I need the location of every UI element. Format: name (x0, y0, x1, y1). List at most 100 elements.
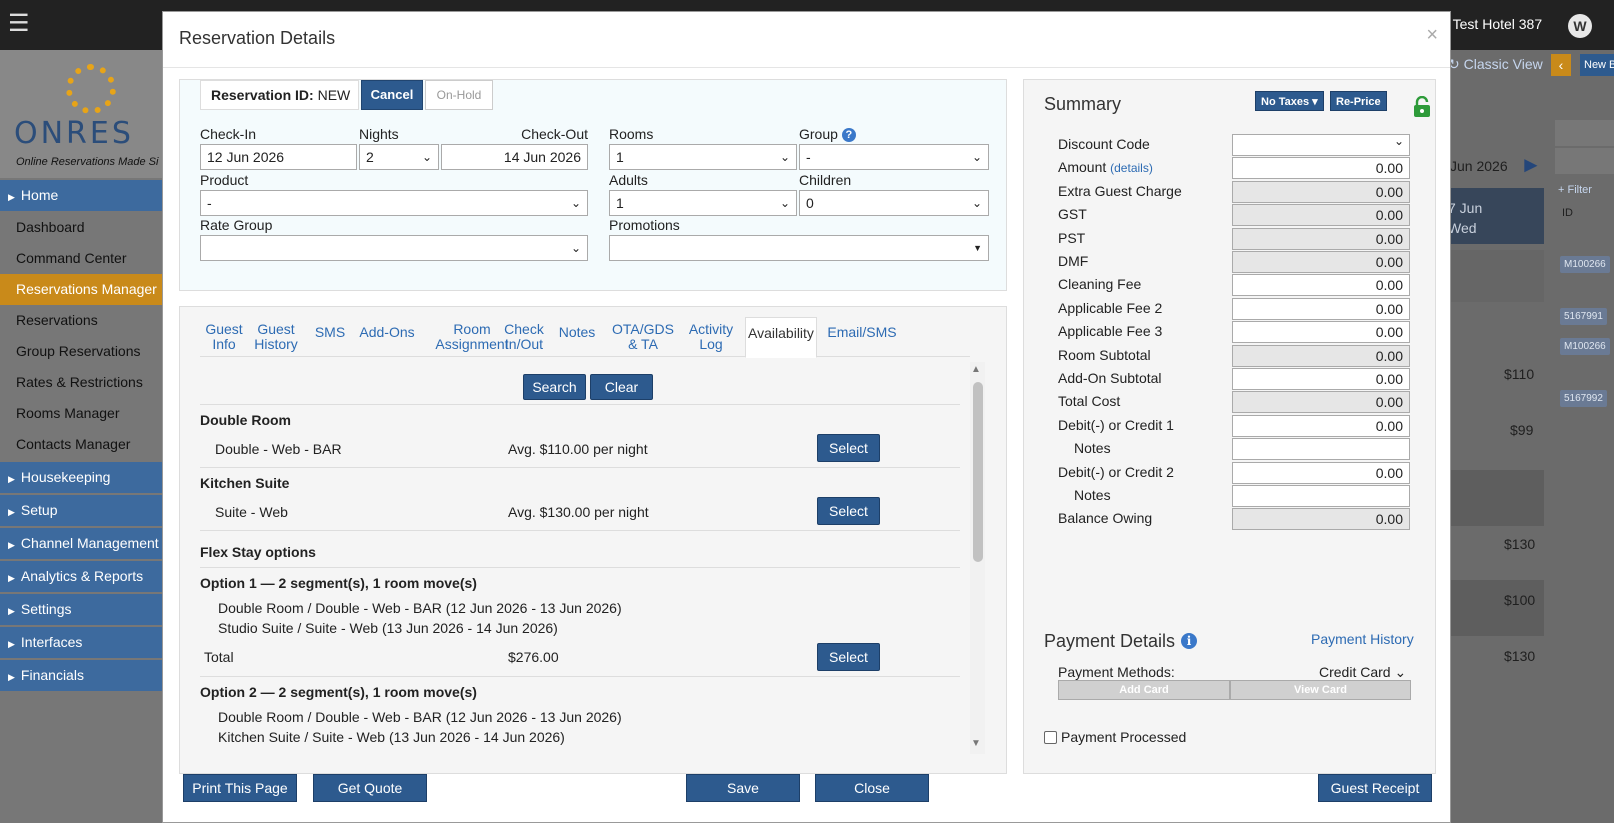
checkin-input[interactable]: 12 Jun 2026 (200, 144, 357, 170)
tab-label: Activity (688, 321, 734, 337)
sidebar: ONRES Online Reservations Made Si ▶ Home D… (0, 50, 170, 823)
checkin-label: Check-In (200, 126, 257, 142)
sidebar-item-command-center[interactable]: Command Center (0, 243, 170, 274)
tab-guest-info[interactable]: Guest Info (200, 317, 248, 357)
divider (200, 567, 960, 568)
summary-value-field[interactable]: 0.00 (1232, 274, 1410, 297)
tab-activity-log[interactable]: Activity Log (682, 317, 740, 357)
on-hold-button[interactable]: On-Hold (425, 80, 493, 110)
sidebar-item-housekeeping[interactable]: ▶ Housekeeping (0, 462, 170, 493)
scroll-down-icon[interactable]: ▼ (971, 738, 981, 749)
payment-processed-checkbox[interactable] (1044, 731, 1057, 744)
scroll-up-icon[interactable]: ▲ (971, 364, 981, 375)
print-button[interactable]: Print This Page (183, 774, 297, 802)
summary-value-field[interactable] (1232, 438, 1410, 461)
select-button[interactable]: Select (817, 434, 880, 462)
sidebar-item-financials[interactable]: ▶ Financials (0, 660, 170, 691)
sidebar-item-interfaces[interactable]: ▶ Interfaces (0, 627, 170, 658)
tab-label: Notes (558, 324, 596, 340)
summary-value-field[interactable]: 0.00 (1232, 321, 1410, 344)
group-select[interactable]: - ⌄ (799, 144, 989, 170)
amount-details-link[interactable]: (details) (1110, 161, 1153, 175)
adults-select[interactable]: 1 ⌄ (609, 190, 797, 216)
sidebar-item-reservations-manager[interactable]: Reservations Manager (0, 274, 170, 305)
summary-value-field[interactable]: 0.00 (1232, 414, 1410, 437)
cancel-button[interactable]: Cancel (361, 80, 423, 110)
tab-check-in-out[interactable]: Check In/Out (502, 317, 546, 357)
tab-ota-gds-ta[interactable]: OTA/GDS & TA (608, 317, 678, 357)
sidebar-item-rooms-manager[interactable]: Rooms Manager (0, 398, 170, 429)
help-icon[interactable]: ? (841, 128, 856, 142)
children-select[interactable]: 0 ⌄ (799, 190, 989, 216)
summary-value-field[interactable]: 0.00 (1232, 368, 1410, 390)
tab-add-ons[interactable]: Add-Ons (354, 317, 420, 357)
clear-button[interactable]: Clear (590, 374, 653, 400)
nights-select[interactable]: 2 ⌄ (359, 144, 439, 170)
room-type-title: Kitchen Suite (200, 475, 290, 491)
tab-email-sms[interactable]: Email/SMS (822, 317, 902, 357)
filter-link[interactable]: + Filter (1558, 184, 1592, 196)
collapse-icon[interactable]: ‹ (1551, 54, 1571, 76)
sidebar-item-dashboard[interactable]: Dashboard (0, 212, 170, 243)
avatar[interactable]: W (1568, 14, 1592, 38)
tab-guest-history[interactable]: Guest History (252, 317, 300, 357)
rate-group-select[interactable]: ⌄ (200, 235, 588, 261)
sidebar-item-group-reservations[interactable]: Group Reservations (0, 336, 170, 367)
next-arrow-icon[interactable]: ► (1520, 152, 1542, 178)
summary-value-field[interactable]: 0.00 (1232, 297, 1410, 320)
sidebar-item-label: Settings (20, 601, 72, 617)
bg-tag[interactable]: M100266 (1560, 256, 1610, 273)
sidebar-item-rates-restrictions[interactable]: Rates & Restrictions (0, 367, 170, 398)
info-icon[interactable]: i (1181, 633, 1198, 649)
sidebar-item-label: Reservations (16, 312, 98, 328)
menu-icon[interactable]: ☰ (8, 12, 32, 36)
scrollbar-thumb[interactable] (973, 382, 983, 562)
checkout-input[interactable]: 14 Jun 2026 (441, 144, 588, 170)
checkout-label: Check-Out (521, 126, 588, 142)
bg-tag[interactable]: 5167991 (1560, 308, 1607, 325)
reservation-form-panel: Reservation ID: NEW Cancel On-Hold Check… (179, 79, 1007, 291)
logo-text: ONRES (14, 116, 134, 151)
save-button[interactable]: Save (686, 774, 800, 802)
sidebar-item-label: Channel Management (20, 535, 159, 551)
sidebar-item-contacts-manager[interactable]: Contacts Manager (0, 429, 170, 460)
view-card-button[interactable]: View Card (1230, 680, 1411, 700)
summary-value-field[interactable]: 0.00 (1232, 461, 1410, 484)
rooms-select[interactable]: 1 ⌄ (609, 144, 797, 170)
promotions-select[interactable]: ▼ (609, 235, 989, 261)
payment-methods-select[interactable]: Credit Card ⌄ (1319, 664, 1406, 681)
add-card-button[interactable]: Add Card (1058, 680, 1230, 700)
classic-view-link[interactable]: ↻ Classic View (1448, 56, 1543, 73)
new-button[interactable]: New B (1580, 54, 1614, 76)
discount-code-select[interactable] (1232, 134, 1410, 156)
sidebar-item-setup[interactable]: ▶ Setup (0, 495, 170, 526)
sidebar-item-settings[interactable]: ▶ Settings (0, 594, 170, 625)
sidebar-item-reservations[interactable]: Reservations (0, 305, 170, 336)
summary-value-field[interactable]: 0.00 (1232, 157, 1410, 180)
get-quote-button[interactable]: Get Quote (313, 774, 427, 802)
close-icon[interactable]: × (1426, 24, 1438, 47)
unlock-icon[interactable] (1413, 96, 1431, 118)
bg-weekday: Wed (1448, 220, 1477, 236)
search-button[interactable]: Search (523, 374, 586, 400)
bg-tag[interactable]: 5167992 (1560, 390, 1607, 407)
sidebar-item-channel-management[interactable]: ▶ Channel Management (0, 528, 170, 559)
sidebar-item-analytics-reports[interactable]: ▶ Analytics & Reports (0, 561, 170, 592)
payment-history-link[interactable]: Payment History (1311, 631, 1414, 647)
select-button[interactable]: Select (817, 497, 880, 525)
select-button[interactable]: Select (817, 643, 880, 671)
guest-receipt-button[interactable]: Guest Receipt (1318, 774, 1432, 802)
no-taxes-dropdown[interactable]: No Taxes ▾ (1255, 91, 1324, 111)
reprice-button[interactable]: Re-Price (1330, 91, 1387, 111)
sidebar-item-home[interactable]: ▶ Home (0, 180, 170, 211)
summary-value-field[interactable] (1232, 485, 1410, 507)
tab-availability[interactable]: Availability (745, 317, 817, 358)
tab-label: In/Out (504, 336, 544, 352)
tab-notes[interactable]: Notes (554, 317, 600, 357)
flex-option-title: Option 2 — 2 segment(s), 1 room move(s) (200, 684, 477, 700)
close-button[interactable]: Close (815, 774, 929, 802)
product-select[interactable]: - ⌄ (200, 190, 588, 216)
bg-tag[interactable]: M100266 (1560, 338, 1610, 355)
summary-value-field: 0.00 (1232, 251, 1410, 273)
tab-sms[interactable]: SMS (310, 317, 350, 357)
